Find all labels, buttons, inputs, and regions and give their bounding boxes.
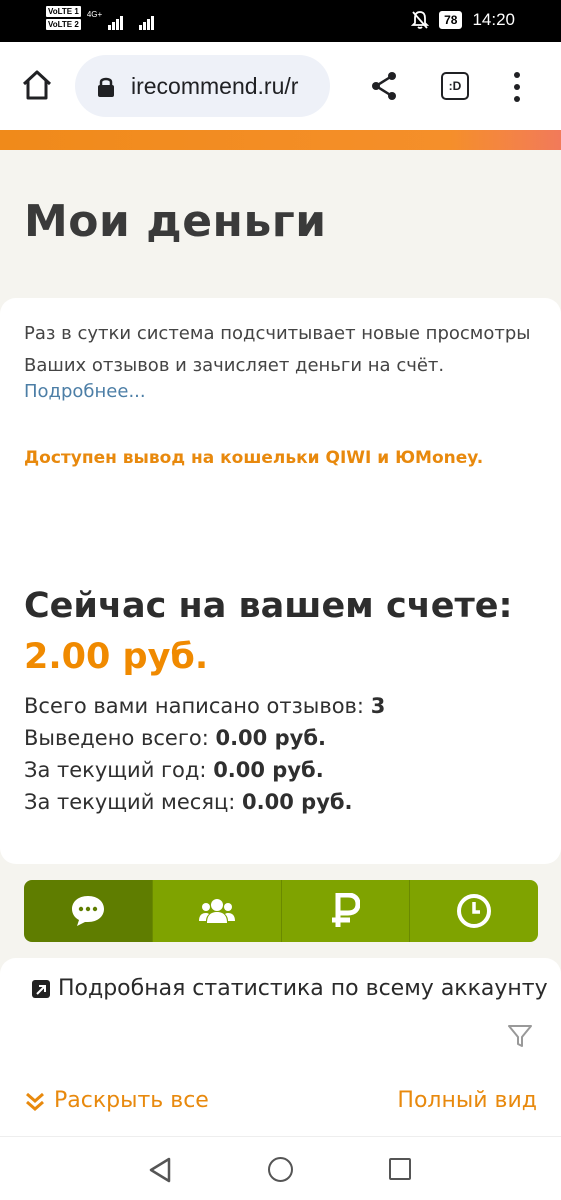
site-header-strip xyxy=(0,130,561,150)
withdraw-notice: Доступен вывод на кошельки QIWI и ЮMoney… xyxy=(24,448,484,468)
stats-list: Всего вами написано отзывов: 3 Выведено … xyxy=(24,690,385,818)
browser-toolbar: irecommend.ru/r :D xyxy=(0,42,561,130)
recent-apps-icon[interactable] xyxy=(389,1158,411,1180)
tabs-button[interactable]: :D xyxy=(441,72,469,100)
signal-2-icon xyxy=(139,12,155,30)
status-bar: VoLTE 1 VoLTE 2 4G+ 78 14:20 xyxy=(0,0,561,42)
expand-all-label: Раскрыть все xyxy=(54,1088,209,1113)
stat-withdrawn: Выведено всего: 0.00 руб. xyxy=(24,726,326,750)
stat-year: За текущий год: 0.00 руб. xyxy=(24,758,324,782)
back-icon[interactable] xyxy=(148,1157,172,1183)
volte-1-badge: VoLTE 1 xyxy=(46,6,81,17)
users-icon xyxy=(198,899,235,923)
double-chevron-down-icon xyxy=(26,1092,44,1111)
home-nav-icon[interactable] xyxy=(268,1157,293,1182)
bell-muted-icon xyxy=(411,11,430,29)
tab-money[interactable] xyxy=(280,880,410,942)
balance-heading: Сейчас на вашем счете: xyxy=(24,586,513,626)
ruble-icon xyxy=(332,893,361,927)
section-tabs xyxy=(24,880,538,942)
lock-icon xyxy=(98,77,114,97)
account-stats-link-label: Подробная статистика по всему аккаунту xyxy=(58,976,548,1001)
page-title: Мои деньги xyxy=(24,196,327,247)
more-link[interactable]: Подробнее... xyxy=(24,381,146,402)
volte-2-badge: VoLTE 2 xyxy=(46,19,81,30)
filter-icon[interactable] xyxy=(506,1022,534,1050)
more-menu-icon[interactable] xyxy=(510,72,524,102)
expand-all-button[interactable]: Раскрыть все xyxy=(24,1088,209,1113)
clock-icon xyxy=(457,894,492,928)
signal-1-icon xyxy=(108,12,124,30)
clock-time: 14:20 xyxy=(472,10,515,29)
balance-amount: 2.00 руб. xyxy=(24,637,209,677)
url-text: irecommend.ru/r xyxy=(131,72,299,99)
share-icon[interactable] xyxy=(368,70,400,102)
home-icon[interactable] xyxy=(20,68,54,102)
comment-icon xyxy=(71,896,104,926)
info-text: Раз в сутки система подсчитывает новые п… xyxy=(24,323,531,376)
tab-comments[interactable] xyxy=(24,880,152,942)
tab-history[interactable] xyxy=(409,880,538,942)
stat-reviews: Всего вами написано отзывов: 3 xyxy=(24,694,386,718)
account-stats-link[interactable]: Подробная статистика по всему аккаунту xyxy=(32,976,548,1001)
network-type: 4G+ xyxy=(86,10,103,19)
stat-month: За текущий месяц: 0.00 руб. xyxy=(24,790,353,814)
battery-icon: 78 xyxy=(439,11,463,29)
tab-users[interactable] xyxy=(151,880,281,942)
signal-group: VoLTE 1 VoLTE 2 4G+ xyxy=(46,6,155,30)
full-view-link[interactable]: Полный вид xyxy=(397,1088,537,1113)
external-link-icon xyxy=(32,979,50,998)
system-nav-bar xyxy=(0,1136,561,1200)
address-bar[interactable]: irecommend.ru/r xyxy=(75,55,330,117)
